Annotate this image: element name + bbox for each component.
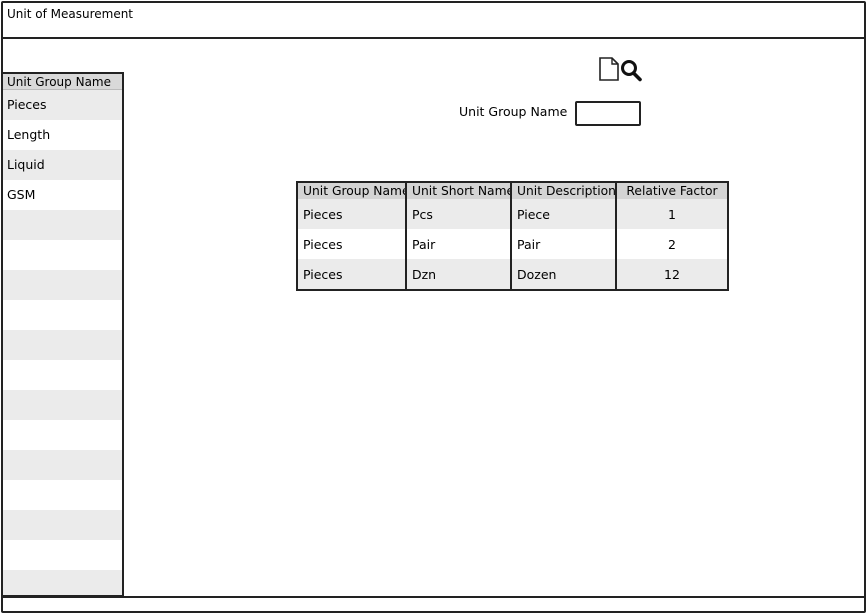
table-cell: 1 [616, 199, 727, 229]
unit-group-list: Unit Group Name Pieces Length Liquid GSM [1, 72, 124, 597]
table-cell: Pieces [298, 199, 407, 229]
table-cell: 12 [616, 259, 727, 289]
unit-group-list-item[interactable] [3, 300, 122, 330]
table-cell: Pieces [298, 259, 407, 289]
unit-group-name-input[interactable] [575, 101, 641, 126]
unit-group-list-item[interactable] [3, 540, 122, 570]
unit-group-list-item[interactable] [3, 210, 122, 240]
unit-group-list-item[interactable] [3, 420, 122, 450]
unit-group-list-item[interactable] [3, 360, 122, 390]
table-cell: Dozen [511, 259, 617, 289]
table-cell: Dzn [406, 259, 512, 289]
column-header[interactable]: Unit Group Name [298, 183, 407, 199]
table-cell: Pair [406, 229, 512, 259]
unit-group-list-item[interactable] [3, 240, 122, 270]
unit-group-list-item[interactable]: Pieces [3, 90, 122, 120]
window-title: Unit of Measurement [7, 7, 134, 21]
table-cell: Pair [511, 229, 617, 259]
unit-group-list-header: Unit Group Name [3, 74, 122, 90]
table-row[interactable]: Pieces Pair Pair 2 [298, 229, 727, 259]
bottom-divider [3, 596, 864, 598]
unit-group-list-item[interactable] [3, 330, 122, 360]
table-cell: Piece [511, 199, 617, 229]
table-cell: Pcs [406, 199, 512, 229]
unit-group-list-item[interactable] [3, 570, 122, 595]
unit-group-list-item[interactable] [3, 450, 122, 480]
unit-group-list-item[interactable]: GSM [3, 180, 122, 210]
unit-group-list-item[interactable]: Length [3, 120, 122, 150]
column-header[interactable]: Unit Description [511, 183, 617, 199]
column-header[interactable]: Relative Factor [616, 183, 727, 199]
unit-group-list-item[interactable]: Liquid [3, 150, 122, 180]
unit-group-list-item[interactable] [3, 480, 122, 510]
document-search-icon[interactable] [598, 56, 646, 82]
unit-group-list-item[interactable] [3, 390, 122, 420]
unit-table: Unit Group Name Unit Short Name Unit Descr… [296, 181, 729, 291]
table-row[interactable]: Pieces Pcs Piece 1 [298, 199, 727, 229]
table-row[interactable]: Pieces Dzn Dozen 12 [298, 259, 727, 289]
unit-group-list-item[interactable] [3, 270, 122, 300]
column-header[interactable]: Unit Short Name [406, 183, 512, 199]
unit-group-name-label: Unit Group Name [459, 104, 568, 119]
table-cell: Pieces [298, 229, 407, 259]
unit-group-list-item[interactable] [3, 510, 122, 540]
app-window: Unit of Measurement [1, 1, 866, 613]
title-bar: Unit of Measurement [3, 3, 864, 39]
table-cell: 2 [616, 229, 727, 259]
